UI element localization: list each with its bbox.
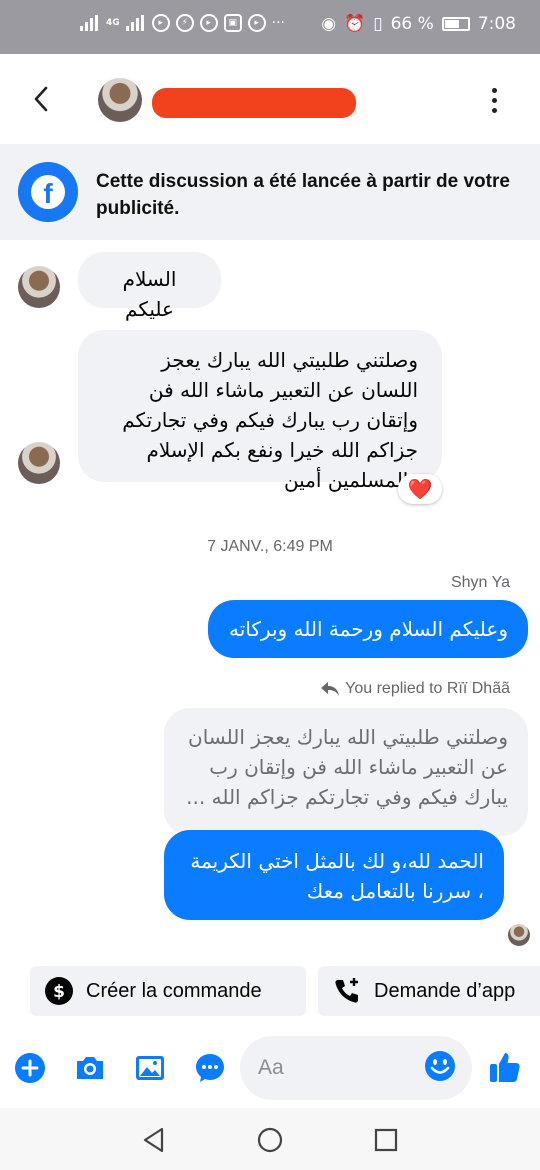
- more-notifications-icon: ···: [271, 15, 286, 31]
- reply-arrow-icon: [321, 682, 340, 696]
- create-order-button[interactable]: $ Créer la commande: [30, 966, 306, 1016]
- plus-icon[interactable]: [14, 1052, 46, 1084]
- status-bar: 4G ▸ ⚡ ▸ ▣ ▸ ··· ◉ ⏰ ▯ 66 % 7:08: [0, 0, 540, 54]
- contact-avatar[interactable]: [18, 266, 60, 308]
- facebook-logo-icon: f: [18, 162, 78, 222]
- app-notification-icon: ▣: [223, 14, 242, 32]
- dollar-icon: $: [45, 977, 73, 1005]
- outgoing-message[interactable]: وعليكم السلام ورحمة الله وبركاته: [208, 600, 528, 658]
- avatar[interactable]: [98, 78, 142, 122]
- read-receipt-avatar: [508, 924, 530, 946]
- nav-recents-icon[interactable]: [372, 1126, 400, 1154]
- ad-origin-banner: f Cette discussion a été lancée à partir…: [0, 144, 540, 240]
- outgoing-message[interactable]: الحمد لله،و لك بالمثل اختي الكريمة ، سرر…: [164, 830, 504, 920]
- contact-name[interactable]: Rïï Dhãã: [152, 88, 356, 118]
- battery-icon: [441, 17, 470, 31]
- emoji-icon[interactable]: [424, 1050, 456, 1082]
- sender-label: Shyn Ya: [450, 574, 510, 591]
- contact-avatar[interactable]: [18, 442, 60, 484]
- status-right-icons: ◉ ⏰ ▯ 66 % 7:08: [321, 14, 516, 34]
- clock: 7:08: [477, 14, 516, 34]
- nav-home-icon[interactable]: [256, 1126, 284, 1154]
- nav-back-icon[interactable]: [140, 1126, 168, 1154]
- thumbs-up-icon[interactable]: [488, 1050, 522, 1084]
- vibrate-icon: ▯: [373, 14, 383, 34]
- notification-icon: ▸: [151, 14, 170, 32]
- replied-label: You replied to Rïï Dhãã: [319, 680, 510, 698]
- create-order-label: Créer la commande: [86, 979, 262, 1002]
- banner-text: Cette discussion a été lancée à partir d…: [96, 171, 510, 219]
- incoming-message[interactable]: السلام عليكم: [78, 252, 221, 321]
- messenger-notification-icon: ⚡: [175, 14, 194, 32]
- composer-bar: Aa: [0, 1030, 540, 1108]
- notification-icon-2: ▸: [199, 14, 218, 32]
- signal-icon: [80, 15, 100, 31]
- reply-quote[interactable]: وصلتني طلبيتي الله يبارك يعجز اللسان عن …: [164, 708, 528, 836]
- request-call-label: Demande d’app: [374, 979, 516, 1002]
- timestamp: 7 JANV., 6:49 PM: [207, 538, 333, 555]
- eye-icon: ◉: [321, 14, 337, 34]
- incoming-message[interactable]: وصلتني طلبيتي الله يبارك يعجز اللسان عن …: [78, 330, 442, 492]
- battery-percent: 66 %: [390, 14, 434, 34]
- phone-plus-icon: [335, 978, 358, 1003]
- more-vertical-icon[interactable]: [484, 88, 504, 114]
- signal-icon-2: [125, 15, 146, 31]
- alarm-icon: ⏰: [344, 14, 366, 34]
- heart-reaction-icon[interactable]: ❤️: [398, 474, 442, 504]
- network-type: 4G: [106, 18, 120, 28]
- svg-text:$: $: [53, 982, 65, 1002]
- chat-icon[interactable]: [194, 1052, 226, 1084]
- replied-text: You replied to Rïï Dhãã: [345, 680, 510, 697]
- conversation-header: Rïï Dhãã: [0, 54, 540, 144]
- gallery-icon[interactable]: [134, 1052, 166, 1084]
- request-call-button[interactable]: Demande d’app: [318, 966, 540, 1016]
- notification-icon-3: ▸: [247, 14, 266, 32]
- camera-icon[interactable]: [74, 1052, 106, 1084]
- system-nav-bar: [0, 1108, 540, 1170]
- back-arrow-icon[interactable]: [30, 84, 52, 114]
- status-left-icons: 4G ▸ ⚡ ▸ ▣ ▸ ···: [80, 14, 285, 32]
